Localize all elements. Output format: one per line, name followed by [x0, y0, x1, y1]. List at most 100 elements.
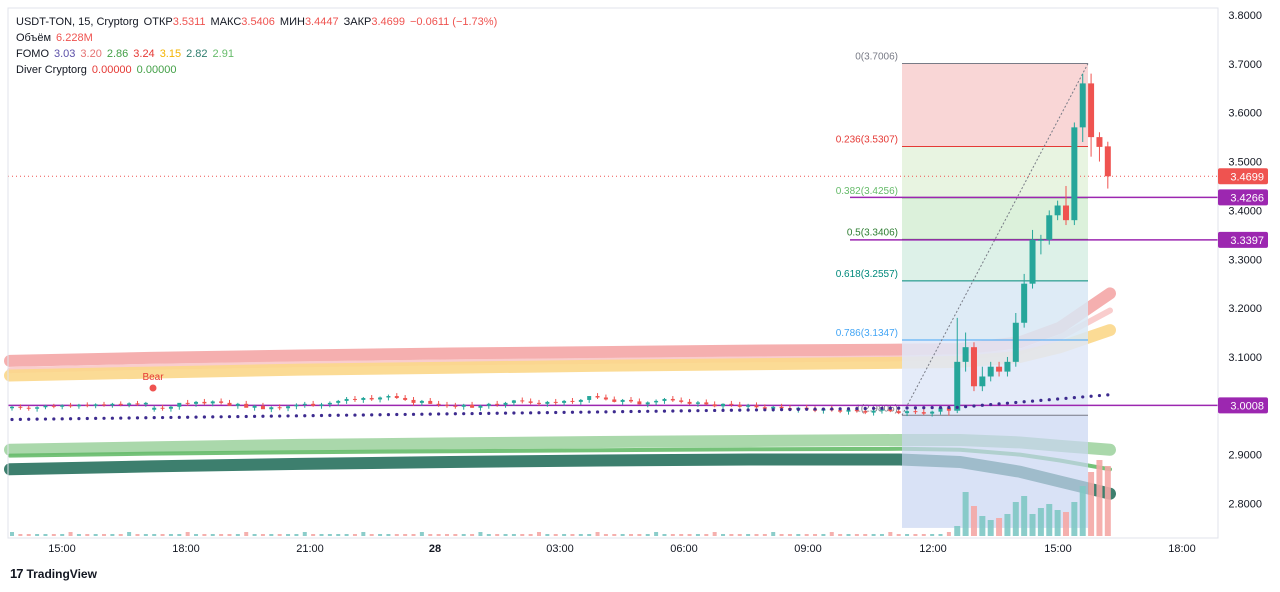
- candle-body: [595, 396, 600, 398]
- candle-body: [1096, 137, 1103, 147]
- candle-body: [528, 401, 533, 403]
- candle-body: [1054, 205, 1061, 216]
- volume-bar: [570, 534, 575, 536]
- candle-body: [863, 411, 868, 413]
- volume-bar: [620, 534, 625, 536]
- x-tick-label: 15:00: [1044, 543, 1072, 555]
- fomo-dot: [294, 414, 299, 418]
- volume-bar: [954, 526, 961, 536]
- fomo-dot: [219, 415, 223, 419]
- volume-bar: [60, 534, 65, 536]
- candle-body: [612, 399, 617, 402]
- volume-bar: [1054, 510, 1061, 536]
- fomo-dot: [144, 416, 148, 420]
- candle-body: [729, 403, 734, 405]
- fomo-dot: [361, 413, 365, 417]
- fomo-dot: [746, 408, 750, 412]
- volume-bar: [269, 534, 274, 536]
- fomo-dot: [796, 407, 800, 411]
- bear-signal-label: Bear: [142, 372, 164, 383]
- fomo-dot: [512, 411, 516, 415]
- fomo-dot: [871, 406, 876, 411]
- fomo-value-7: 2.91: [212, 48, 234, 60]
- candle-body: [277, 407, 282, 409]
- fomo-dot: [637, 409, 641, 414]
- fomo-dot: [328, 413, 332, 417]
- candle-body: [160, 407, 165, 409]
- candle-body: [553, 401, 558, 403]
- price-label-text: 3.4266: [1230, 192, 1264, 204]
- y-tick-label: 2.9000: [1228, 450, 1262, 462]
- volume-bar: [260, 534, 265, 536]
- candle-body: [68, 405, 73, 407]
- candle-body: [1029, 239, 1036, 284]
- candle-body: [394, 396, 399, 398]
- fomo-dot: [545, 410, 549, 415]
- y-tick-label: 2.8000: [1228, 499, 1262, 511]
- volume-bar: [219, 534, 224, 536]
- fomo-dot: [579, 410, 583, 414]
- fomo-dot: [27, 417, 31, 421]
- symbol-title: USDT-TON, 15, Cryptorg: [16, 16, 139, 28]
- fomo-dot: [311, 414, 315, 418]
- fomo-dot: [1106, 393, 1110, 397]
- close-label: ЗАКР: [343, 16, 372, 28]
- volume-bar: [888, 532, 893, 536]
- y-tick-label: 3.5000: [1228, 157, 1262, 169]
- fomo-dot: [127, 416, 131, 420]
- volume-bar: [444, 534, 449, 536]
- candle-body: [1046, 215, 1053, 240]
- volume-bar: [970, 506, 977, 536]
- candle-body: [461, 404, 466, 407]
- candle-body: [704, 402, 709, 405]
- candle-body: [219, 401, 224, 403]
- volume-bar: [76, 534, 81, 536]
- y-tick-label: 3.7000: [1228, 59, 1262, 71]
- candle-body: [662, 398, 667, 401]
- volume-bar: [302, 532, 307, 536]
- fomo-value-1: 3.03: [54, 48, 76, 60]
- candle-body: [319, 404, 324, 406]
- volume-bar: [194, 534, 199, 536]
- price-chart[interactable]: 0(3.7006) 0.236(3.5307) 0.382(3.4256) 0.5(3…: [0, 0, 1280, 592]
- fomo-dot: [227, 415, 232, 419]
- ohlc-row: USDT-TON, 15, Cryptorg ОТКР3.5311 МАКС3.…: [16, 14, 497, 30]
- volume-bar: [486, 534, 491, 536]
- candle-body: [695, 402, 700, 404]
- fomo-dot: [830, 407, 834, 411]
- fomo-dot: [554, 410, 558, 415]
- candle-body: [127, 403, 132, 405]
- candle-body: [378, 397, 383, 400]
- candle-body: [679, 400, 684, 402]
- diver-value-2: 0.00000: [136, 64, 177, 76]
- fomo-dot: [286, 414, 290, 418]
- candle-body: [970, 347, 977, 387]
- fomo-dot: [1005, 401, 1010, 405]
- volume-bar: [996, 518, 1003, 536]
- volume-bar: [1062, 512, 1069, 536]
- fomo-dot: [729, 408, 733, 412]
- fomo-dot: [85, 416, 89, 421]
- candle-body: [637, 401, 642, 405]
- volume-bar: [1004, 514, 1011, 536]
- candle-body: [620, 399, 625, 402]
- fomo-dot: [503, 411, 508, 415]
- volume-bar: [252, 534, 257, 536]
- volume-bar: [327, 534, 332, 536]
- volume-bar: [1071, 502, 1078, 536]
- fomo-dot: [252, 414, 257, 418]
- fomo-dot: [1089, 394, 1093, 398]
- fomo-dot: [779, 407, 784, 412]
- volume-bar: [679, 534, 684, 536]
- candle-body: [185, 402, 190, 404]
- fomo-dot: [595, 410, 600, 414]
- open-label: ОТКР: [143, 16, 173, 28]
- tradingview-brand[interactable]: 17 TradingView: [10, 566, 97, 581]
- volume-bar: [478, 532, 483, 536]
- volume-bar: [110, 534, 115, 536]
- candle-body: [352, 398, 357, 400]
- candle-body: [545, 401, 550, 404]
- candle-body: [302, 403, 307, 405]
- fomo-value-6: 2.82: [186, 48, 208, 60]
- fomo-dot: [754, 408, 759, 412]
